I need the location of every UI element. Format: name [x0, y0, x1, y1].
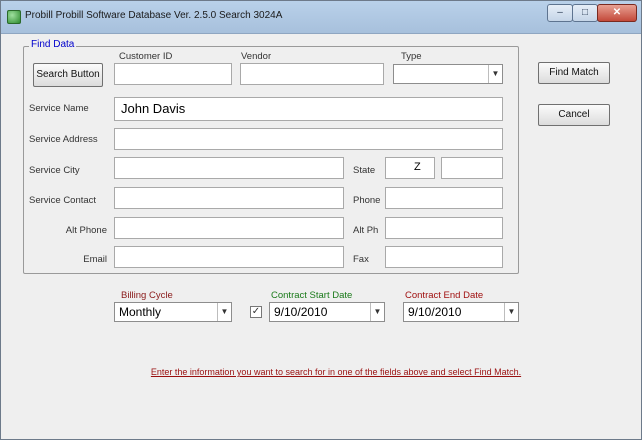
service-city-label: Service City	[29, 165, 80, 176]
state-label: State	[353, 165, 376, 176]
state-field[interactable]: Z	[385, 157, 435, 179]
group-title: Find Data	[29, 39, 77, 50]
vendor-field[interactable]	[240, 63, 384, 85]
service-contact-label: Service Contact	[29, 195, 97, 206]
start-date-checkbox[interactable]: ✓	[250, 306, 262, 318]
contract-start-picker[interactable]: 9/10/2010 ▼	[269, 302, 385, 322]
billing-cycle-select[interactable]: Monthly ▼	[114, 302, 232, 322]
maximize-button[interactable]: □	[572, 4, 598, 22]
minimize-button[interactable]: –	[547, 4, 573, 22]
chevron-down-icon[interactable]: ▼	[504, 303, 518, 321]
service-city-field[interactable]	[114, 157, 344, 179]
email-field[interactable]	[114, 246, 344, 268]
chevron-down-icon[interactable]: ▼	[217, 303, 231, 321]
chevron-down-icon[interactable]: ▼	[370, 303, 384, 321]
contract-start-label: Contract Start Date	[271, 290, 353, 301]
service-contact-field[interactable]	[114, 187, 344, 209]
cancel-button[interactable]: Cancel	[538, 104, 610, 126]
contract-start-value: 9/10/2010	[274, 305, 328, 319]
alt-phone2-label: Alt Ph	[353, 225, 379, 236]
window-title: Probill Probill Software Database Ver. 2…	[25, 10, 283, 21]
fax-field[interactable]	[385, 246, 503, 268]
title-bar[interactable]: Probill Probill Software Database Ver. 2…	[1, 1, 641, 34]
alt-phone-field[interactable]	[114, 217, 344, 239]
service-address-field[interactable]	[114, 128, 503, 150]
email-label: Email	[83, 254, 107, 265]
find-match-button[interactable]: Find Match	[538, 62, 610, 84]
vendor-label: Vendor	[241, 51, 272, 62]
billing-cycle-value: Monthly	[119, 305, 162, 319]
chevron-down-icon[interactable]: ▼	[488, 65, 502, 83]
service-name-label: Service Name	[29, 103, 89, 114]
type-label: Type	[401, 51, 422, 62]
search-button[interactable]: Search Button	[33, 63, 103, 87]
search-hint: Enter the information you want to search…	[150, 367, 522, 377]
zip-field[interactable]	[441, 157, 503, 179]
phone-label: Phone	[353, 195, 381, 206]
contract-end-label: Contract End Date	[405, 290, 484, 301]
contract-end-picker[interactable]: 9/10/2010 ▼	[403, 302, 519, 322]
billing-cycle-label: Billing Cycle	[121, 290, 173, 301]
contract-end-value: 9/10/2010	[408, 305, 462, 319]
search-window: Probill Probill Software Database Ver. 2…	[0, 0, 642, 440]
service-name-field[interactable]: John Davis	[114, 97, 503, 121]
close-button[interactable]: ✕	[597, 4, 637, 22]
alt-phone-label: Alt Phone	[65, 225, 107, 236]
phone-field[interactable]	[385, 187, 503, 209]
service-address-label: Service Address	[29, 134, 98, 145]
app-icon	[7, 10, 21, 24]
alt-phone2-field[interactable]	[385, 217, 503, 239]
fax-label: Fax	[353, 254, 369, 265]
customer-id-field[interactable]	[114, 63, 232, 85]
customer-id-label: Customer ID	[119, 51, 173, 62]
type-select[interactable]: ▼	[393, 64, 503, 84]
